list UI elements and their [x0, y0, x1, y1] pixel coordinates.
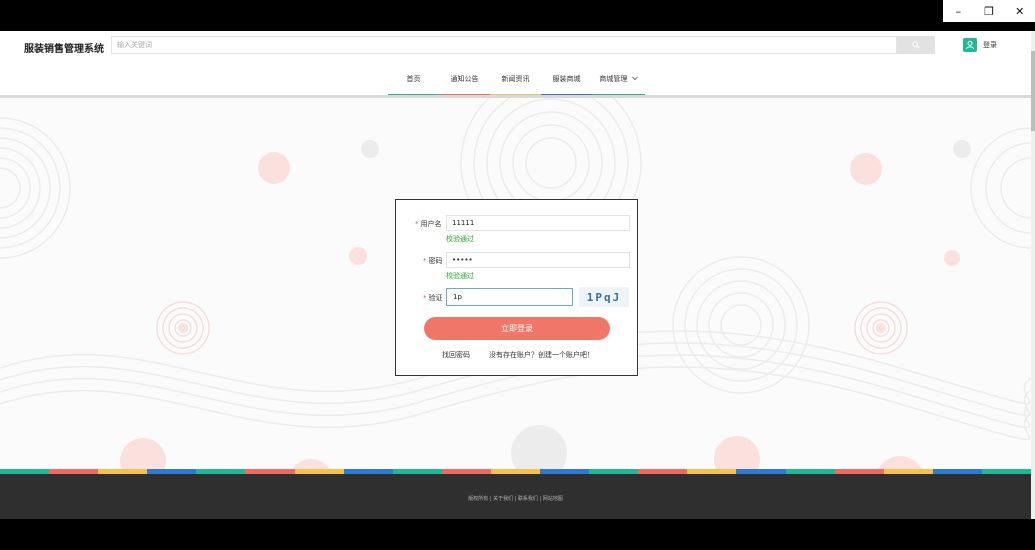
login-link[interactable]: 登录 [963, 38, 997, 52]
captcha-input[interactable] [446, 288, 573, 306]
chevron-down-icon [631, 76, 638, 81]
footer: 版权所有 | 关于我们 | 联系我们 | 网站地图 [0, 474, 1031, 519]
login-label: 登录 [983, 41, 997, 49]
captcha-text: 1PqJ [586, 290, 622, 304]
nav-notice[interactable]: 通知公告 [439, 73, 490, 97]
search-button[interactable] [897, 36, 935, 54]
password-hint: 校验通过 [446, 272, 474, 280]
scrollbar-thumb[interactable] [1031, 51, 1035, 131]
search-input[interactable] [111, 36, 897, 54]
footer-links[interactable]: 版权所有 | 关于我们 | 联系我们 | 网站地图 [0, 495, 1031, 502]
nav-news[interactable]: 新闻资讯 [490, 73, 541, 97]
nav-home[interactable]: 首页 [388, 73, 439, 97]
username-label: * 用户名 [415, 220, 442, 228]
nav-shop-admin[interactable]: 商城管理 [592, 73, 645, 97]
app-window: 服装销售管理系统 登录 首页 通知公告 [0, 31, 1031, 519]
login-submit-button[interactable]: 立即登录 [424, 317, 610, 340]
user-icon [963, 38, 977, 52]
username-input[interactable] [446, 215, 630, 231]
nav-shop[interactable]: 服装商城 [541, 73, 592, 97]
forgot-password-link[interactable]: 找回密码 [442, 350, 470, 360]
minimize-button[interactable]: – [943, 0, 974, 22]
login-form: *用户名 校验通过 *密码 校验通过 *验证 1PqJ 立即登录 找回密码 没有… [395, 199, 638, 376]
username-hint: 校验通过 [446, 235, 474, 243]
password-input[interactable] [446, 252, 630, 268]
register-link[interactable]: 没有存在账户？创建一个账户吧！ [489, 350, 594, 360]
window-controls: – ❐ ✕ [943, 0, 1035, 22]
maximize-button[interactable]: ❐ [974, 0, 1005, 22]
header: 服装销售管理系统 登录 [0, 31, 1031, 63]
password-label: * 密码 [423, 257, 443, 265]
site-title: 服装销售管理系统 [24, 44, 104, 55]
scrollbar[interactable] [1031, 31, 1035, 519]
captcha-image[interactable]: 1PqJ [579, 287, 629, 307]
main-nav: 首页 通知公告 新闻资讯 服装商城 商城管理 [388, 73, 645, 97]
close-button[interactable]: ✕ [1004, 0, 1035, 22]
captcha-label: * 验证 [423, 294, 443, 302]
search-icon [912, 41, 920, 49]
